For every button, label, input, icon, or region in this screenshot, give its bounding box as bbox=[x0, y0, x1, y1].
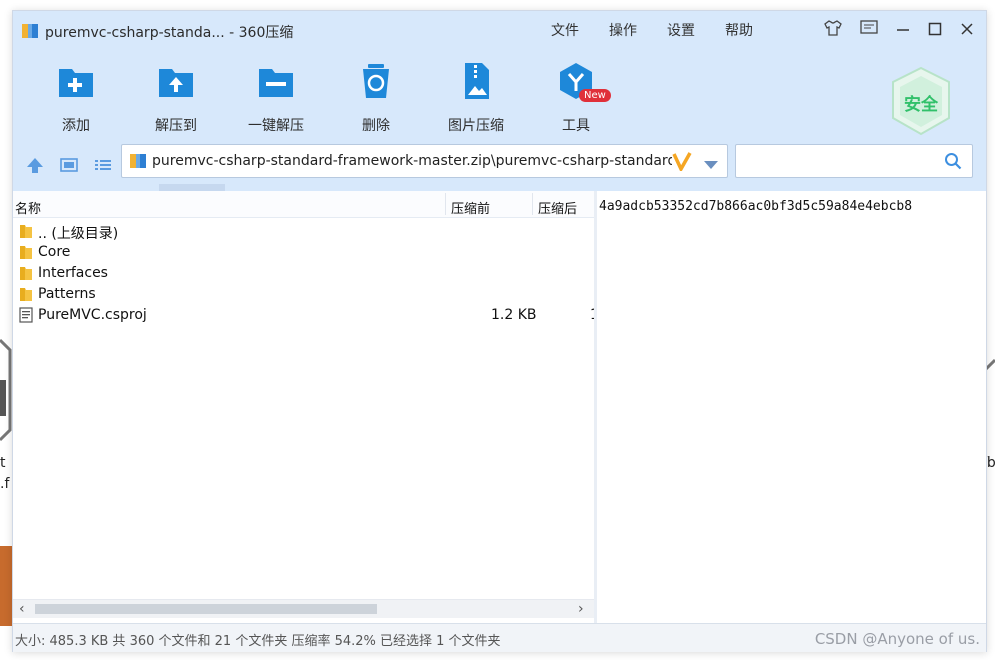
background-text-fragment: t bbox=[0, 455, 6, 471]
extract-to-icon bbox=[159, 69, 193, 97]
chevron-down-icon[interactable] bbox=[704, 155, 718, 174]
watermark-text: CSDN @Anyone of us. bbox=[814, 630, 980, 648]
menu-item-settings[interactable]: 设置 bbox=[667, 20, 695, 40]
search-input[interactable] bbox=[735, 144, 973, 178]
up-level-icon[interactable] bbox=[25, 156, 45, 178]
status-text: 大小: 485.3 KB 共 360 个文件和 21 个文件夹 压缩率 54.2… bbox=[15, 634, 501, 649]
extract-to-button[interactable]: 解压到 bbox=[131, 61, 221, 135]
hash-text: 4a9adcb53352cd7b866ac0bf3d5c59a84e4ebcb8 bbox=[599, 199, 913, 214]
security-shield-badge[interactable]: 安全 bbox=[889, 66, 953, 136]
column-header-original-size[interactable]: 压缩前 bbox=[451, 198, 490, 217]
scroll-left-icon[interactable]: ‹ bbox=[19, 601, 25, 617]
add-icon bbox=[59, 69, 93, 97]
file-list-pane: 名称 压缩前 压缩后 .. (上级目录) Core Interfaces Pat… bbox=[13, 191, 599, 623]
list-view-icon[interactable] bbox=[93, 156, 113, 178]
column-separator[interactable] bbox=[445, 193, 446, 215]
archive-app-icon bbox=[22, 24, 38, 38]
title-bar: puremvc-csharp-standa... - 360压缩 文件 操作 设… bbox=[13, 11, 986, 49]
main-toolbar: 添加 解压到 一键解压 删除 图片压缩 工具 New bbox=[13, 49, 986, 139]
menu-item-file[interactable]: 文件 bbox=[551, 20, 579, 40]
folder-icon bbox=[20, 225, 32, 238]
column-header-name[interactable]: 名称 bbox=[15, 198, 41, 217]
list-item-file[interactable]: PureMVC.csproj 1.2 KB 1 bbox=[13, 305, 599, 326]
menu-bar: 文件 操作 设置 帮助 bbox=[551, 20, 753, 40]
minimize-icon[interactable] bbox=[896, 21, 910, 40]
nav-buttons bbox=[25, 156, 113, 178]
close-icon[interactable] bbox=[960, 21, 974, 40]
list-item-folder[interactable]: Core bbox=[13, 242, 594, 263]
view-mode-icon[interactable] bbox=[59, 156, 79, 178]
address-bar: puremvc-csharp-standard-framework-master… bbox=[13, 139, 986, 191]
one-click-extract-button[interactable]: 一键解压 bbox=[231, 61, 321, 135]
add-button[interactable]: 添加 bbox=[31, 61, 121, 135]
archive-window: puremvc-csharp-standa... - 360压缩 文件 操作 设… bbox=[12, 10, 987, 652]
scroll-thumb[interactable] bbox=[35, 604, 377, 614]
column-resize-strip bbox=[159, 184, 225, 191]
checkmark-icon bbox=[672, 151, 692, 175]
column-header-compressed-size[interactable]: 压缩后 bbox=[538, 198, 577, 217]
new-badge: New bbox=[579, 89, 611, 102]
status-bar: 大小: 485.3 KB 共 360 个文件和 21 个文件夹 压缩率 54.2… bbox=[13, 623, 986, 652]
path-text: puremvc-csharp-standard-framework-master… bbox=[152, 153, 672, 169]
file-icon bbox=[19, 307, 33, 323]
window-controls bbox=[824, 19, 974, 41]
security-label: 安全 bbox=[904, 95, 938, 115]
skin-icon[interactable] bbox=[824, 19, 842, 41]
column-separator[interactable] bbox=[532, 193, 533, 215]
one-click-extract-icon bbox=[259, 69, 293, 97]
image-compress-icon bbox=[465, 63, 489, 99]
horizontal-scrollbar[interactable]: ‹ › bbox=[13, 599, 594, 618]
list-item-folder[interactable]: Interfaces bbox=[13, 263, 594, 284]
file-list-rows: .. (上级目录) Core Interfaces Patterns PureM… bbox=[13, 221, 599, 326]
image-compress-button[interactable]: 图片压缩 bbox=[431, 61, 521, 135]
folder-icon bbox=[20, 288, 32, 301]
folder-icon bbox=[20, 246, 32, 259]
list-item-folder[interactable]: Patterns bbox=[13, 284, 594, 305]
window-title: puremvc-csharp-standa... - 360压缩 bbox=[45, 25, 294, 41]
background-text-fragment: .f bbox=[0, 476, 10, 492]
search-icon[interactable] bbox=[944, 152, 962, 174]
file-size: 1.2 KB bbox=[491, 307, 537, 323]
maximize-icon[interactable] bbox=[928, 21, 942, 40]
detail-pane: 4a9adcb53352cd7b866ac0bf3d5c59a84e4ebcb8 bbox=[597, 191, 985, 623]
list-item-parent-dir[interactable]: .. (上级目录) bbox=[13, 221, 594, 242]
menu-item-operation[interactable]: 操作 bbox=[609, 20, 637, 40]
message-icon[interactable] bbox=[860, 20, 878, 40]
path-input[interactable]: puremvc-csharp-standard-framework-master… bbox=[121, 144, 728, 178]
archive-file-icon bbox=[130, 154, 146, 168]
folder-icon bbox=[20, 267, 32, 280]
delete-button[interactable]: 删除 bbox=[331, 61, 421, 135]
background-decoration bbox=[0, 546, 12, 626]
scroll-right-icon[interactable]: › bbox=[578, 601, 584, 617]
file-list-header: 名称 压缩前 压缩后 bbox=[13, 191, 594, 218]
menu-item-help[interactable]: 帮助 bbox=[725, 20, 753, 40]
delete-icon bbox=[363, 64, 389, 98]
